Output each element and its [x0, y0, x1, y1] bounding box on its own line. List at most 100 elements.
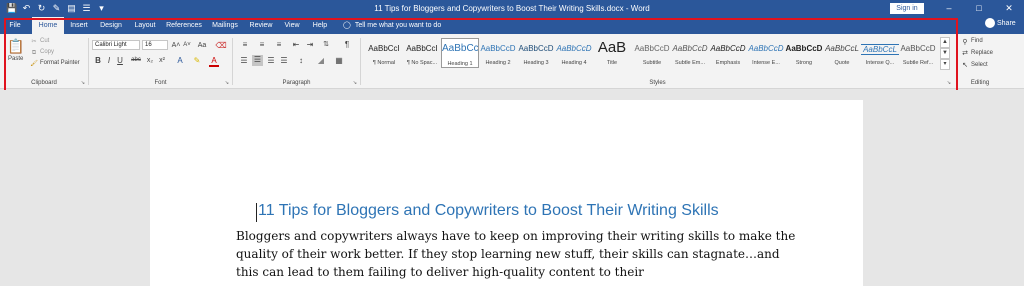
tab-home[interactable]: Home [32, 17, 64, 34]
paste-button[interactable]: Paste [8, 56, 23, 62]
style-intense-emphasis[interactable]: AaBbCcD Intense E... [747, 38, 785, 68]
share-icon[interactable] [985, 18, 995, 28]
grow-font-button[interactable]: A˄ [171, 41, 181, 50]
restore-button[interactable]: □ [964, 0, 994, 17]
select-icon: ↖ [962, 62, 968, 69]
font-name-combo[interactable]: Calibri Light [92, 40, 140, 50]
find-button[interactable]: Find [971, 38, 983, 44]
style-sample: AaBbCcD [518, 44, 554, 53]
scroll-up-icon[interactable]: ▲ [940, 37, 950, 48]
tab-layout[interactable]: Layout [130, 17, 160, 34]
tell-me-search[interactable]: ◯ Tell me what you want to do [343, 17, 441, 34]
tab-help[interactable]: Help [308, 17, 332, 34]
copy-button[interactable]: Copy [40, 49, 54, 55]
sort-icon[interactable]: ⇅ [321, 40, 331, 49]
style-strong[interactable]: AaBbCcD Strong [785, 38, 823, 68]
shrink-font-button[interactable]: A˅ [182, 41, 192, 50]
share-button[interactable]: Share [997, 20, 1016, 27]
select-button[interactable]: Select [971, 62, 988, 68]
style-sample: AaBbCcD [748, 44, 784, 53]
window-controls: – □ ✕ [934, 0, 1024, 17]
line-spacing-icon[interactable]: ↕ [295, 56, 307, 65]
close-button[interactable]: ✕ [994, 0, 1024, 17]
tab-insert[interactable]: Insert [66, 17, 92, 34]
tab-file[interactable]: File [4, 17, 26, 34]
title-bar: 💾 ↶ ↻ ✎ ▤ ☰ ▾ 11 Tips for Bloggers and C… [0, 0, 1024, 17]
style-normal[interactable]: AaBbCcI ¶ Normal [365, 38, 403, 68]
text-effects-icon[interactable]: A [175, 56, 185, 65]
scroll-down-icon[interactable]: ▼ [940, 48, 950, 59]
borders-icon[interactable]: ▦ [333, 56, 345, 65]
font-label: Font [154, 80, 167, 86]
decrease-indent-icon[interactable]: ⇤ [291, 40, 301, 49]
style-subtle-reference[interactable]: AaBbCcD Subtle Ref... [899, 38, 937, 68]
minimize-button[interactable]: – [934, 0, 964, 17]
increase-indent-icon[interactable]: ⇥ [305, 40, 315, 49]
style-intense-quote[interactable]: AaBbCcL Intense Q... [861, 38, 899, 68]
style-sample: AaBbCcD [900, 44, 936, 53]
show-formatting-button[interactable]: ¶ [343, 40, 351, 49]
tab-mailings[interactable]: Mailings [208, 17, 242, 34]
style-heading-3[interactable]: AaBbCcD Heading 3 [517, 38, 555, 68]
highlight-icon[interactable]: ✎ [191, 56, 203, 65]
ribbon-tabs: File Home Insert Design Layout Reference… [0, 17, 1024, 34]
italic-button[interactable]: I [105, 56, 113, 65]
paste-icon[interactable]: 📋 [7, 38, 24, 54]
vertical-scrollbar[interactable] [1011, 90, 1024, 286]
sign-in-button[interactable]: Sign in [890, 3, 924, 14]
tab-design[interactable]: Design [96, 17, 126, 34]
tab-review[interactable]: Review [246, 17, 276, 34]
style-heading-1[interactable]: AaBbCc Heading 1 [441, 38, 479, 68]
style-sample: AaBbCcL [825, 44, 859, 53]
bold-button[interactable]: B [94, 56, 102, 65]
style-sample: AaBbCcI [406, 44, 438, 53]
justify-icon[interactable]: ☰ [279, 56, 289, 65]
format-painter-button[interactable]: Format Painter [40, 60, 80, 66]
superscript-button[interactable]: x² [157, 56, 167, 65]
style-heading-2[interactable]: AaBbCcD Heading 2 [479, 38, 517, 68]
style-name: Subtle Ref... [902, 60, 934, 66]
align-center-icon[interactable]: ☰ [252, 55, 263, 66]
subscript-button[interactable]: x₂ [145, 56, 155, 65]
underline-button[interactable]: U [116, 56, 124, 65]
more-styles-icon[interactable]: ▾ [940, 59, 950, 70]
align-left-icon[interactable]: ☰ [239, 56, 249, 65]
numbering-icon[interactable]: ≡ [256, 40, 268, 49]
align-right-icon[interactable]: ☰ [266, 56, 276, 65]
style-sample: AaBbCcD [785, 44, 823, 53]
dialog-launcher-icon[interactable]: ↘ [81, 80, 85, 86]
clear-formatting-icon[interactable]: ⌫ [215, 41, 227, 50]
style-heading-4[interactable]: AaBbCcD Heading 4 [555, 38, 593, 68]
shading-icon[interactable]: ◢ [315, 56, 327, 65]
bullets-icon[interactable]: ≡ [239, 40, 251, 49]
replace-button[interactable]: Replace [971, 50, 993, 56]
dialog-launcher-icon[interactable]: ↘ [353, 80, 357, 86]
document-paragraph[interactable]: Bloggers and copywriters always have to … [236, 227, 796, 281]
font-color-icon[interactable]: A [209, 56, 219, 67]
replace-icon: ⇄ [962, 50, 968, 57]
clipboard-group: 📋 Paste ✂ Cut ⧉ Copy 🖌 Format Painter Cl… [0, 34, 88, 89]
change-case-button[interactable]: Aa [195, 41, 209, 50]
dialog-launcher-icon[interactable]: ↘ [225, 80, 229, 86]
style-emphasis[interactable]: AaBbCcD Emphasis [709, 38, 747, 68]
document-heading[interactable]: 11 Tips for Bloggers and Copywriters to … [258, 202, 719, 220]
font-size-combo[interactable]: 16 [142, 40, 168, 50]
style-name: Heading 4 [561, 60, 587, 66]
strikethrough-button[interactable]: abc [129, 56, 143, 65]
copy-icon: ⧉ [31, 50, 37, 56]
style-name: Heading 3 [523, 60, 549, 66]
font-group: Calibri Light 16 A˄ A˅ Aa ⌫ B I U abc x₂… [89, 34, 232, 89]
dialog-launcher-icon[interactable]: ↘ [947, 80, 951, 86]
style-subtle-emphasis[interactable]: AaBbCcD Subtle Em... [671, 38, 709, 68]
style-name: Quote [834, 60, 850, 66]
style-title[interactable]: AaB Title [593, 38, 631, 68]
cut-button[interactable]: Cut [40, 38, 49, 44]
style-quote[interactable]: AaBbCcL Quote [823, 38, 861, 68]
style-no-spacing[interactable]: AaBbCcI ¶ No Spac... [403, 38, 441, 68]
editing-group: ⚲ Find ⇄ Replace ↖ Select Editing [957, 34, 1003, 89]
multilevel-list-icon[interactable]: ≡ [273, 40, 285, 49]
tab-references[interactable]: References [164, 17, 204, 34]
style-subtitle[interactable]: AaBbCcD Subtitle [633, 38, 671, 68]
style-name: ¶ No Spac... [406, 60, 438, 66]
tab-view[interactable]: View [280, 17, 304, 34]
